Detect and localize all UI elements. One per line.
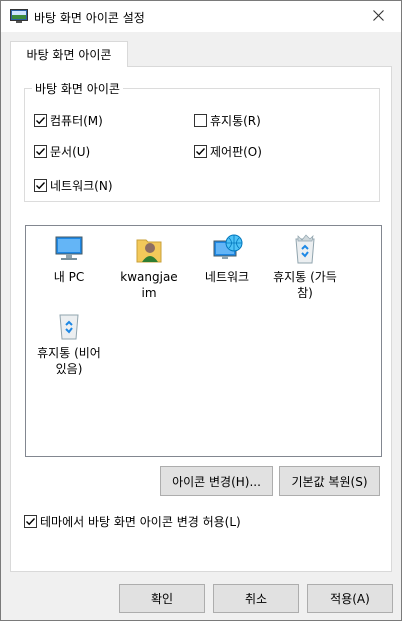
icon-item-user[interactable]: kwangjae im [106, 232, 192, 301]
close-button[interactable] [355, 1, 401, 32]
icon-label-line2: 있음) [55, 362, 83, 376]
desktop-icons-groupbox: 바탕 화면 아이콘 컴퓨터(M) 휴지통(R) 문서(U) 제어판(O) 네트워… [24, 80, 380, 202]
tab-desktop-icons[interactable]: 바탕 화면 아이콘 [10, 41, 128, 67]
checkbox-box[interactable] [34, 179, 47, 192]
apply-button-label: 적용(A) [330, 592, 370, 606]
checkbox-box[interactable] [194, 114, 207, 127]
window-title: 바탕 화면 아이콘 설정 [34, 11, 145, 25]
allow-theme-change-checkbox[interactable]: 테마에서 바탕 화면 아이콘 변경 허용(L) [24, 513, 241, 530]
user-folder-icon [132, 232, 166, 266]
network-checkbox[interactable]: 네트워크(N) [34, 177, 113, 194]
icon-label-line2: 참) [297, 286, 313, 300]
ok-button-label: 확인 [150, 592, 174, 606]
network-checkbox-label: 네트워크(N) [50, 179, 113, 193]
checkbox-box[interactable] [194, 145, 207, 158]
control-panel-checkbox[interactable]: 제어판(O) [194, 143, 262, 160]
icon-item-recycle-empty[interactable]: 휴지통 (비어 있음) [26, 308, 112, 377]
checkbox-box[interactable] [34, 114, 47, 127]
icon-label-line1: kwangjae [120, 270, 178, 284]
monitor-icon [10, 9, 28, 24]
recycle-bin-empty-icon [52, 308, 86, 342]
computer-checkbox[interactable]: 컴퓨터(M) [34, 112, 103, 129]
icon-item-network[interactable]: 네트워크 [184, 232, 270, 285]
recycle-bin-checkbox[interactable]: 휴지통(R) [194, 112, 261, 129]
change-icon-button[interactable]: 아이콘 변경(H)... [160, 466, 273, 496]
restore-default-button[interactable]: 기본값 복원(S) [279, 466, 380, 496]
computer-icon [52, 232, 86, 266]
close-icon [372, 9, 384, 24]
allow-theme-change-label: 테마에서 바탕 화면 아이콘 변경 허용(L) [40, 515, 241, 529]
icon-label-line1: 휴지통 (비어 [37, 346, 101, 360]
icon-label: 내 PC [53, 270, 85, 284]
ok-button[interactable]: 확인 [119, 584, 205, 613]
cancel-button[interactable]: 취소 [213, 584, 299, 613]
recycle-bin-checkbox-label: 휴지통(R) [210, 114, 261, 128]
title-bar: 바탕 화면 아이콘 설정 [1, 1, 401, 32]
checkbox-box[interactable] [34, 145, 47, 158]
computer-checkbox-label: 컴퓨터(M) [50, 114, 103, 128]
restore-default-button-label: 기본값 복원(S) [291, 474, 368, 489]
tab-label: 바탕 화면 아이콘 [26, 48, 112, 62]
icon-list[interactable]: 내 PC kwangjae im 네트워크 휴지통 (가득 참) 휴지통 (비어… [25, 225, 382, 457]
desktop-icon-settings-window: 바탕 화면 아이콘 설정 바탕 화면 아이콘 바탕 화면 아이콘 컴퓨터(M) [0, 0, 402, 621]
groupbox-legend: 바탕 화면 아이콘 [32, 80, 123, 97]
apply-button[interactable]: 적용(A) [307, 584, 393, 613]
icon-label-line2: im [141, 286, 157, 300]
control-panel-checkbox-label: 제어판(O) [210, 145, 262, 159]
icon-item-mypc[interactable]: 내 PC [26, 232, 112, 285]
icon-label: 네트워크 [204, 270, 250, 284]
cancel-button-label: 취소 [244, 592, 268, 606]
recycle-bin-full-icon [288, 232, 322, 266]
icon-label-line1: 휴지통 (가득 [273, 270, 337, 284]
network-icon [210, 232, 244, 266]
icon-item-recycle-full[interactable]: 휴지통 (가득 참) [262, 232, 348, 301]
documents-checkbox-label: 문서(U) [50, 145, 91, 159]
documents-checkbox[interactable]: 문서(U) [34, 143, 90, 160]
tab-panel: 바탕 화면 아이콘 컴퓨터(M) 휴지통(R) 문서(U) 제어판(O) 네트워… [10, 66, 392, 572]
change-icon-button-label: 아이콘 변경(H)... [172, 474, 261, 489]
checkbox-box[interactable] [24, 515, 37, 528]
